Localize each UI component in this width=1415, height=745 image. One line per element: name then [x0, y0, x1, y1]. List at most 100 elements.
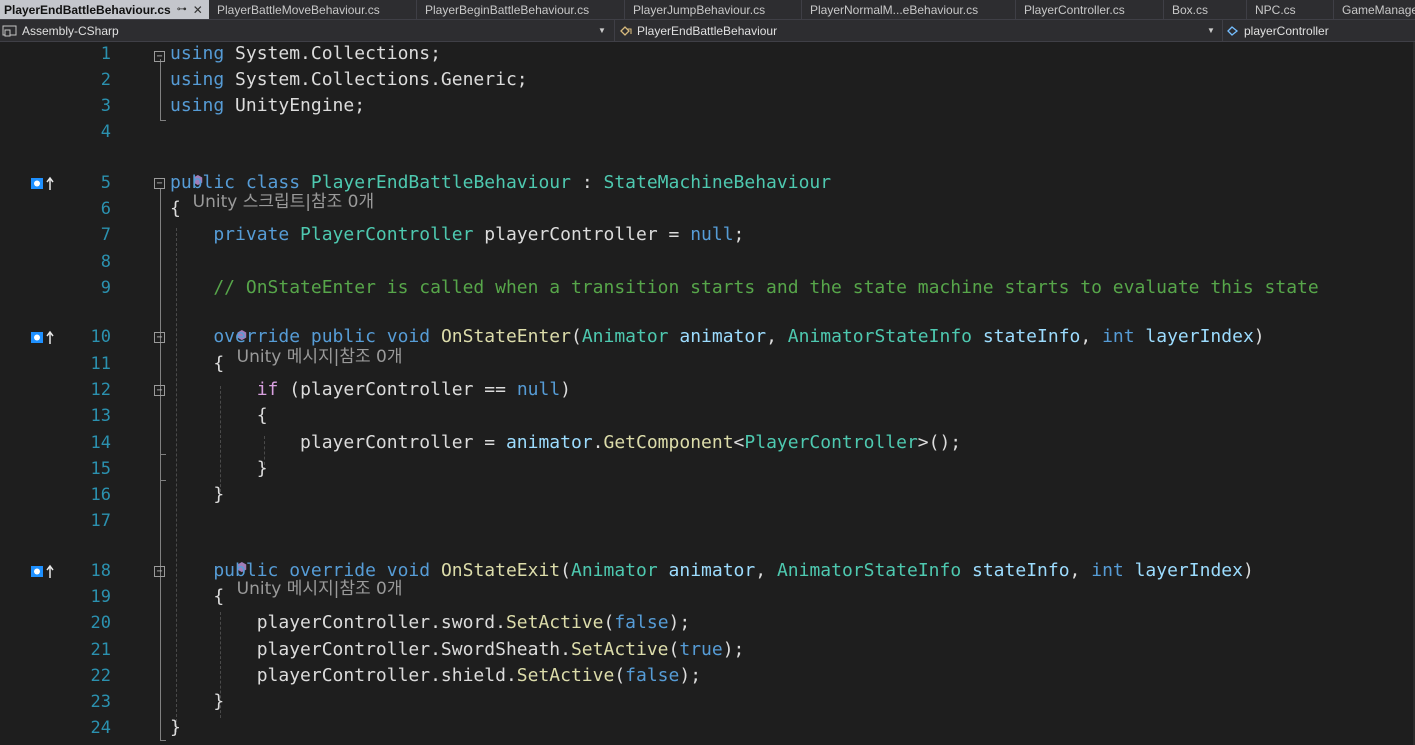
code-line: 9 // OnStateEnter is called when a trans… — [0, 275, 1415, 301]
line-number: 13 — [90, 406, 111, 426]
code-line: 6 { — [0, 196, 1415, 222]
close-icon[interactable]: ✕ — [193, 1, 203, 19]
line-number: 3 — [100, 96, 111, 116]
line-code[interactable]: public override void OnStateExit(Animato… — [170, 558, 1253, 584]
line-number: 12 — [90, 380, 111, 400]
tab-player-begin-battle-behaviour[interactable]: PlayerBeginBattleBehaviour.cs — [417, 0, 625, 19]
line-code[interactable]: { — [170, 403, 268, 429]
line-number: 10 — [90, 327, 111, 347]
tab-label: PlayerEndBattleBehaviour.cs — [4, 2, 171, 17]
line-code[interactable]: playerController.SwordSheath.SetActive(t… — [170, 637, 745, 663]
line-code[interactable]: override public void OnStateEnter(Animat… — [170, 324, 1264, 350]
line-number: 22 — [90, 666, 111, 686]
line-code[interactable]: using System.Collections; — [170, 41, 441, 67]
class-icon — [620, 25, 632, 36]
code-line: 21 playerController.SwordSheath.SetActiv… — [0, 637, 1415, 663]
line-code[interactable]: playerController = animator.GetComponent… — [170, 430, 961, 456]
navigation-bar: Assembly-CSharp ▼ PlayerEndBattleBehavio… — [0, 20, 1415, 42]
code-line: 1 using System.Collections; — [0, 41, 1415, 67]
line-number: 1 — [100, 44, 111, 64]
tab-npc[interactable]: NPC.cs — [1247, 0, 1334, 19]
tab-box[interactable]: Box.cs — [1164, 0, 1247, 19]
tab-label: PlayerController.cs — [1024, 2, 1125, 17]
line-code[interactable]: { — [170, 196, 181, 222]
codelens-class[interactable]: ⬢ Unity 스크립트|참조 0개 — [171, 146, 375, 212]
code-line: 18 public override void OnStateExit(Anim… — [0, 558, 1415, 584]
code-line: 20 playerController.sword.SetActive(fals… — [0, 610, 1415, 636]
line-number: 15 — [90, 459, 111, 479]
code-line: 24 } — [0, 715, 1415, 741]
project-dropdown[interactable]: Assembly-CSharp ▼ — [2, 20, 610, 41]
class-name: PlayerEndBattleBehaviour — [637, 23, 778, 38]
line-code[interactable]: // OnStateEnter is called when a transit… — [170, 275, 1318, 301]
line-code[interactable]: playerController.shield.SetActive(false)… — [170, 663, 701, 689]
line-number: 18 — [90, 561, 111, 581]
code-line: 14 playerController = animator.GetCompon… — [0, 430, 1415, 456]
line-number: 23 — [90, 692, 111, 712]
code-editor[interactable]: ⬢ Unity 스크립트|참조 0개 ⬢ Unity 메시지|참조 0개 ⬢ U… — [0, 42, 1415, 745]
line-code[interactable]: playerController.sword.SetActive(false); — [170, 610, 691, 636]
member-dropdown[interactable]: playerController — [1222, 20, 1415, 41]
line-number: 7 — [100, 225, 111, 245]
code-line: 4 — [0, 119, 1415, 145]
line-number: 21 — [90, 640, 111, 660]
pin-icon[interactable]: ⊶ — [177, 1, 187, 19]
line-code[interactable]: private PlayerController playerControlle… — [170, 222, 744, 248]
line-number: 8 — [100, 252, 111, 272]
code-line: 22 playerController.shield.SetActive(fal… — [0, 663, 1415, 689]
line-code[interactable]: } — [170, 482, 224, 508]
tab-player-controller[interactable]: PlayerController.cs — [1016, 0, 1164, 19]
line-code[interactable]: using UnityEngine; — [170, 93, 365, 119]
tab-game-manager[interactable]: GameManage — [1334, 0, 1415, 19]
project-name: Assembly-CSharp — [22, 23, 119, 38]
document-tab-bar: PlayerEndBattleBehaviour.cs ⊶ ✕ PlayerBa… — [0, 0, 1415, 20]
class-dropdown[interactable]: PlayerEndBattleBehaviour ▼ — [614, 20, 1220, 41]
line-number: 6 — [100, 199, 111, 219]
line-number: 19 — [90, 587, 111, 607]
line-code[interactable]: { — [170, 351, 224, 377]
tab-player-battle-move-behaviour[interactable]: PlayerBattleMoveBehaviour.cs — [209, 0, 417, 19]
code-line: 17 — [0, 508, 1415, 534]
code-line: 13 { — [0, 403, 1415, 429]
code-line: 19 { — [0, 584, 1415, 610]
tab-label: PlayerBattleMoveBehaviour.cs — [217, 2, 380, 17]
chevron-down-icon: ▼ — [598, 26, 606, 35]
line-code[interactable]: } — [170, 715, 181, 741]
line-code[interactable]: } — [170, 456, 268, 482]
tab-player-end-battle-behaviour[interactable]: PlayerEndBattleBehaviour.cs ⊶ ✕ — [0, 0, 209, 19]
code-line: 3 using UnityEngine; — [0, 93, 1415, 119]
line-number: 4 — [100, 122, 111, 142]
line-number: 16 — [90, 485, 111, 505]
field-icon — [1227, 25, 1239, 36]
member-name: playerController — [1244, 23, 1329, 38]
line-number: 11 — [90, 354, 111, 374]
codelens-on-state-exit[interactable]: ⬢ Unity 메시지|참조 0개 — [215, 533, 403, 599]
tab-label: PlayerJumpBehaviour.cs — [633, 2, 766, 17]
tab-label: GameManage — [1342, 2, 1415, 17]
line-code[interactable]: public class PlayerEndBattleBehaviour : … — [170, 170, 831, 196]
code-line: 10 override public void OnStateEnter(Ani… — [0, 324, 1415, 350]
tab-player-normal-move-behaviour[interactable]: PlayerNormalM...eBehaviour.cs — [802, 0, 1016, 19]
line-code[interactable]: } — [170, 689, 224, 715]
line-number: 2 — [100, 70, 111, 90]
chevron-down-icon: ▼ — [1207, 26, 1215, 35]
line-code[interactable]: { — [170, 584, 224, 610]
code-line: 2 using System.Collections.Generic; — [0, 67, 1415, 93]
line-number: 20 — [90, 613, 111, 633]
tab-label: Box.cs — [1172, 2, 1209, 17]
code-line: 12 if (playerController == null) — [0, 377, 1415, 403]
line-number: 9 — [100, 278, 111, 298]
tab-label: PlayerNormalM...eBehaviour.cs — [810, 2, 979, 17]
project-icon — [2, 25, 17, 36]
code-line: 5 public class PlayerEndBattleBehaviour … — [0, 170, 1415, 196]
tab-player-jump-behaviour[interactable]: PlayerJumpBehaviour.cs — [625, 0, 802, 19]
line-number: 14 — [90, 433, 111, 453]
tab-label: NPC.cs — [1255, 2, 1296, 17]
codelens-on-state-enter[interactable]: ⬢ Unity 메시지|참조 0개 — [215, 301, 403, 367]
code-line: 23 } — [0, 689, 1415, 715]
line-code[interactable]: if (playerController == null) — [170, 377, 571, 403]
code-line: 15 } — [0, 456, 1415, 482]
code-line: 16 } — [0, 482, 1415, 508]
line-number: 17 — [90, 511, 111, 531]
line-code[interactable]: using System.Collections.Generic; — [170, 67, 528, 93]
